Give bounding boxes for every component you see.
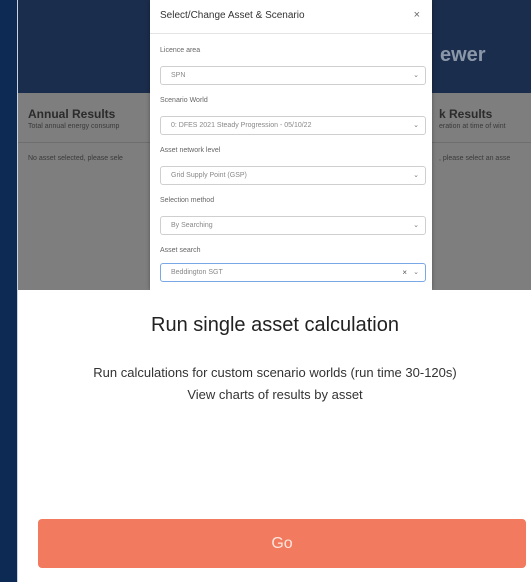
preview-peak-results-subtitle: eration at time of wint <box>439 123 506 130</box>
licence-area-select[interactable]: SPN ⌄ <box>160 66 426 85</box>
card-description-line-2: View charts of results by asset <box>187 387 363 402</box>
chevron-down-icon: ⌄ <box>413 72 419 79</box>
selection-method-value: By Searching <box>171 222 213 229</box>
chevron-down-icon[interactable]: ⌄ <box>413 268 419 276</box>
preview-image: ewer Annual Results Total annual energy … <box>18 0 531 290</box>
scenario-world-select[interactable]: 0: DFES 2021 Steady Progression - 05/10/… <box>160 116 426 135</box>
selection-method-select[interactable]: By Searching ⌄ <box>160 216 426 235</box>
preview-peak-results-title: k Results <box>439 107 493 121</box>
go-button[interactable]: Go <box>38 519 526 568</box>
card-title: Run single asset calculation <box>151 314 399 336</box>
clear-icon[interactable]: × <box>402 268 407 277</box>
select-asset-modal: Select/Change Asset & Scenario × Licence… <box>150 0 432 290</box>
modal-title: Select/Change Asset & Scenario <box>160 10 305 21</box>
licence-area-value: SPN <box>171 72 186 79</box>
chevron-down-icon: ⌄ <box>413 172 419 179</box>
asset-search-input[interactable]: Beddington SGT × ⌄ <box>160 263 426 282</box>
card-description-line-1: Run calculations for custom scenario wor… <box>93 365 457 380</box>
scenario-world-value: 0: DFES 2021 Steady Progression - 05/10/… <box>171 122 312 129</box>
asset-network-level-value: Grid Supply Point (GSP) <box>171 172 247 179</box>
preview-annual-results-subtitle: Total annual energy consump <box>28 123 120 130</box>
selection-method-label: Selection method <box>160 197 215 204</box>
preview-annual-results-message: No asset selected, please sele <box>28 155 123 162</box>
asset-search-value: Beddington SGT <box>171 269 223 276</box>
modal-divider <box>150 33 432 34</box>
card-description: Run calculations for custom scenario wor… <box>18 362 531 406</box>
preview-title: ewer <box>440 44 486 66</box>
preview-annual-results-title: Annual Results <box>28 107 116 121</box>
chevron-down-icon: ⌄ <box>413 222 419 229</box>
close-icon[interactable]: × <box>414 9 420 21</box>
calculation-card: ewer Annual Results Total annual energy … <box>17 0 531 582</box>
chevron-down-icon: ⌄ <box>413 122 419 129</box>
asset-search-label: Asset search <box>160 247 201 254</box>
preview-peak-results-message: , please select an asse <box>439 155 511 162</box>
licence-area-label: Licence area <box>160 47 201 54</box>
asset-network-level-select[interactable]: Grid Supply Point (GSP) ⌄ <box>160 166 426 185</box>
scenario-world-label: Scenario World <box>160 97 208 104</box>
asset-network-level-label: Asset network level <box>160 147 221 154</box>
